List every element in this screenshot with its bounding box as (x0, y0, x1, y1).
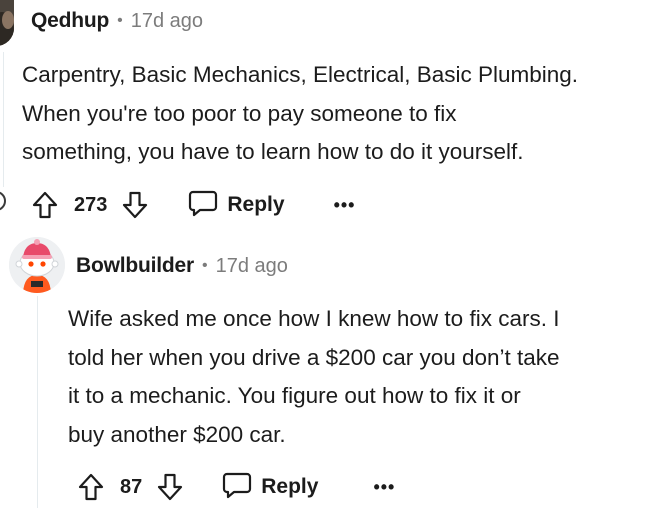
timestamp[interactable]: 17d ago (216, 255, 288, 278)
ellipsis-icon[interactable]: ••• (334, 195, 356, 216)
speech-bubble-icon (222, 471, 252, 504)
comment-header: Bowlbuilder • 17d ago (76, 251, 288, 281)
timestamp[interactable]: 17d ago (131, 10, 203, 33)
reply-button[interactable]: Reply (222, 471, 318, 504)
collapse-thread-icon[interactable] (0, 191, 6, 211)
comment-text-line: buy another $200 car. (68, 421, 286, 447)
comment-text-line: Wife asked me once how I knew how to fix… (68, 306, 560, 331)
meta-separator: • (201, 257, 208, 274)
vote-count: 87 (120, 475, 143, 498)
vote-count: 273 (74, 193, 108, 216)
comment-text-line: told her when you drive a $200 car you d… (68, 344, 560, 370)
upvote-arrow-icon[interactable] (30, 188, 60, 222)
reply-label: Reply (227, 193, 285, 216)
meta-separator: • (117, 12, 123, 29)
comment-text-line: When you're too poor to pay someone to f… (22, 100, 457, 126)
comment-header: Qedhup • 17d ago (31, 6, 203, 36)
comment-body: Carpentry, Basic Mechanics, Electrical, … (22, 56, 578, 172)
comment-text-line: it to a mechanic. You figure out how to … (68, 383, 521, 408)
reply-button[interactable]: Reply (188, 189, 285, 222)
user-avatar[interactable] (9, 237, 65, 293)
ellipsis-icon[interactable]: ••• (373, 477, 395, 498)
speech-bubble-icon (188, 189, 218, 222)
downvote-arrow-icon[interactable] (120, 188, 150, 222)
comment-body: Wife asked me once how I knew how to fix… (68, 300, 560, 454)
username-link[interactable]: Bowlbuilder (76, 254, 194, 278)
comment-actions: 87 Reply ••• (76, 470, 395, 504)
username-link[interactable]: Qedhup (31, 9, 109, 33)
upvote-arrow-icon[interactable] (76, 470, 106, 504)
thread-line[interactable] (37, 296, 38, 508)
downvote-arrow-icon[interactable] (155, 470, 185, 504)
comment-text-line: Carpentry, Basic Mechanics, Electrical, … (22, 62, 579, 87)
thread-line[interactable] (3, 52, 4, 187)
comment-text-line: something, you have to learn how to do i… (22, 139, 524, 164)
comment-actions: 273 Reply ••• (30, 188, 355, 222)
user-avatar[interactable] (0, 0, 14, 46)
reply-label: Reply (261, 475, 319, 498)
